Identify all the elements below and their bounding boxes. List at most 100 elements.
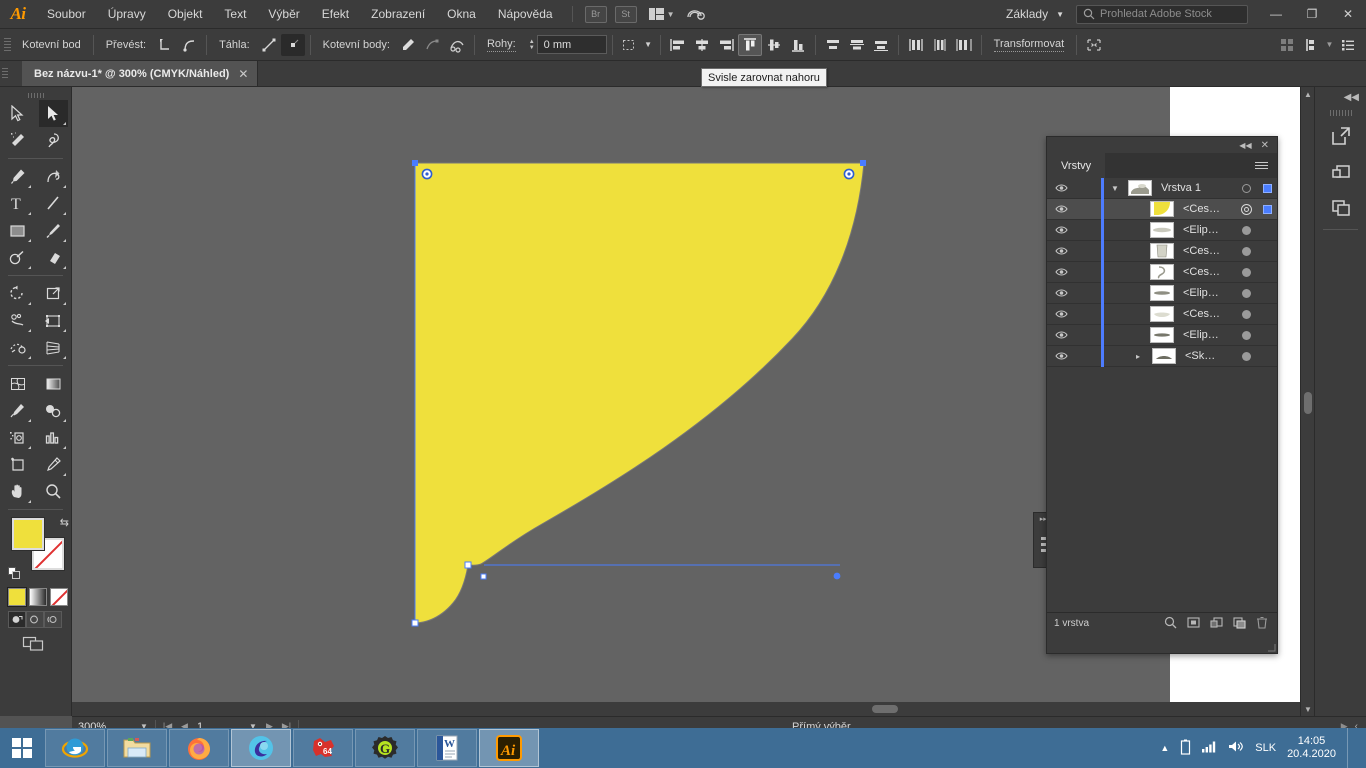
screen-mode-button[interactable] [22,634,71,655]
paintbrush-tool[interactable] [39,217,69,244]
selection-indicator[interactable] [1257,205,1277,214]
expand-panel-icon[interactable] [1315,118,1366,154]
battery-icon[interactable] [1180,739,1191,758]
transform-button[interactable]: Transformovat [994,38,1065,52]
snap-icon[interactable] [1299,34,1323,56]
target-indicator[interactable] [1235,310,1257,319]
default-fill-stroke-icon[interactable] [8,567,21,580]
create-sublayer-icon[interactable] [1210,616,1223,632]
selection-bounds-icon[interactable] [618,34,642,56]
visibility-toggle[interactable] [1047,183,1075,193]
layers-panel-icon[interactable] [1315,190,1366,226]
eraser-tool[interactable] [39,244,69,271]
free-transform-tool[interactable] [39,307,69,334]
expand-arrow-icon[interactable]: ▼ [1104,184,1126,193]
arrange-documents-button[interactable]: ▼ [649,8,675,20]
layer-name[interactable]: <Ces… [1174,266,1235,278]
collapse-icon[interactable]: ◀◀ [1239,141,1251,150]
layer-name[interactable]: Vrstva 1 [1152,182,1235,194]
isolate-group-icon[interactable] [1082,34,1106,56]
blend-tool[interactable] [39,397,69,424]
taskbar-internet-explorer[interactable] [45,729,105,767]
table-row[interactable]: <Elip… [1047,220,1277,241]
target-indicator[interactable] [1235,352,1257,361]
type-tool[interactable]: T [3,190,33,217]
width-tool[interactable] [3,307,33,334]
visibility-toggle[interactable] [1047,267,1075,277]
line-segment-tool[interactable] [39,190,69,217]
close-icon[interactable]: ✕ [238,67,248,81]
column-graph-tool[interactable] [39,424,69,451]
control-bar-grip[interactable] [4,34,11,56]
visibility-toggle[interactable] [1047,225,1075,235]
close-button[interactable]: ✕ [1330,0,1366,29]
table-row[interactable]: <Ces… [1047,199,1277,220]
align-top-icon[interactable] [738,34,762,56]
visibility-toggle[interactable] [1047,246,1075,256]
gradient-swatch-button[interactable] [29,588,47,606]
minimize-button[interactable]: — [1258,0,1294,29]
chevron-down-icon[interactable]: ▼ [1323,34,1336,56]
taskbar-illustrator[interactable]: Ai [479,729,539,767]
direct-selection-tool[interactable] [39,100,69,127]
align-vertical-center-icon[interactable] [762,34,786,56]
scroll-up-arrow-icon[interactable]: ▲ [1301,87,1315,101]
layer-name[interactable]: <Sk… [1176,350,1235,362]
vertical-scroll-thumb[interactable] [1304,392,1312,414]
distribute-horizontal-center-icon[interactable] [928,34,952,56]
layer-name[interactable]: <Ces… [1174,308,1235,320]
layers-panel-titlebar[interactable]: ◀◀ ✕ [1047,137,1277,153]
corners-stepper[interactable]: ▲▼ [529,39,535,51]
selection-tool[interactable] [3,100,33,127]
taskbar-firefox[interactable] [169,729,229,767]
target-indicator[interactable] [1235,184,1257,193]
fill-swatch[interactable] [12,518,44,550]
menu-soubor[interactable]: Soubor [36,0,97,29]
distribute-top-icon[interactable] [821,34,845,56]
bridge-icon[interactable]: Br [585,6,607,23]
anchor-cut-icon[interactable] [445,34,469,56]
visibility-toggle[interactable] [1047,204,1075,214]
layer-name[interactable]: <Elip… [1174,287,1235,299]
align-bottom-icon[interactable] [786,34,810,56]
mesh-tool[interactable] [3,370,33,397]
perspective-grid-tool[interactable] [39,334,69,361]
hand-tool[interactable] [3,478,33,505]
language-indicator[interactable]: SLK [1255,742,1276,754]
table-row[interactable]: ▼ Vrstva 1 [1047,178,1277,199]
table-row[interactable]: <Ces… [1047,262,1277,283]
volume-icon[interactable] [1228,740,1244,756]
none-swatch-button[interactable] [50,588,68,606]
zoom-tool[interactable] [39,478,69,505]
show-hidden-icons-icon[interactable]: ▲ [1160,743,1169,753]
table-row[interactable]: ▸ <Sk… [1047,346,1277,367]
workspace-switcher[interactable]: Základy ▼ [994,7,1076,21]
horizontal-scrollbar[interactable] [72,702,1300,716]
dock-grip[interactable] [1315,107,1366,118]
horizontal-scroll-thumb[interactable] [872,705,898,713]
symbol-sprayer-tool[interactable] [3,424,33,451]
align-horizontal-center-icon[interactable] [690,34,714,56]
draw-inside-button[interactable] [44,611,62,628]
show-handles-icon[interactable] [257,34,281,56]
menu-upravy[interactable]: Úpravy [97,0,157,29]
layer-name[interactable]: <Ces… [1174,203,1235,215]
start-button[interactable] [0,728,44,768]
collapse-dock-button[interactable]: ◀◀ [1315,87,1366,107]
menu-objekt[interactable]: Objekt [157,0,214,29]
target-indicator[interactable] [1235,268,1257,277]
list-options-icon[interactable] [1336,34,1360,56]
properties-panel-icon[interactable] [1315,154,1366,190]
layer-name[interactable]: <Ces… [1174,245,1235,257]
swap-fill-stroke-icon[interactable]: ⇆ [60,516,69,529]
panel-resize-handle[interactable] [1267,643,1276,652]
target-indicator[interactable] [1235,331,1257,340]
tab-bar-grip[interactable] [0,60,10,86]
distribute-right-icon[interactable] [952,34,976,56]
show-desktop-button[interactable] [1347,728,1356,768]
taskbar-browser-blue[interactable] [231,729,291,767]
scale-tool[interactable] [39,280,69,307]
rotate-tool[interactable] [3,280,33,307]
clock[interactable]: 14:05 20.4.2020 [1287,735,1336,761]
gradient-tool[interactable] [39,370,69,397]
